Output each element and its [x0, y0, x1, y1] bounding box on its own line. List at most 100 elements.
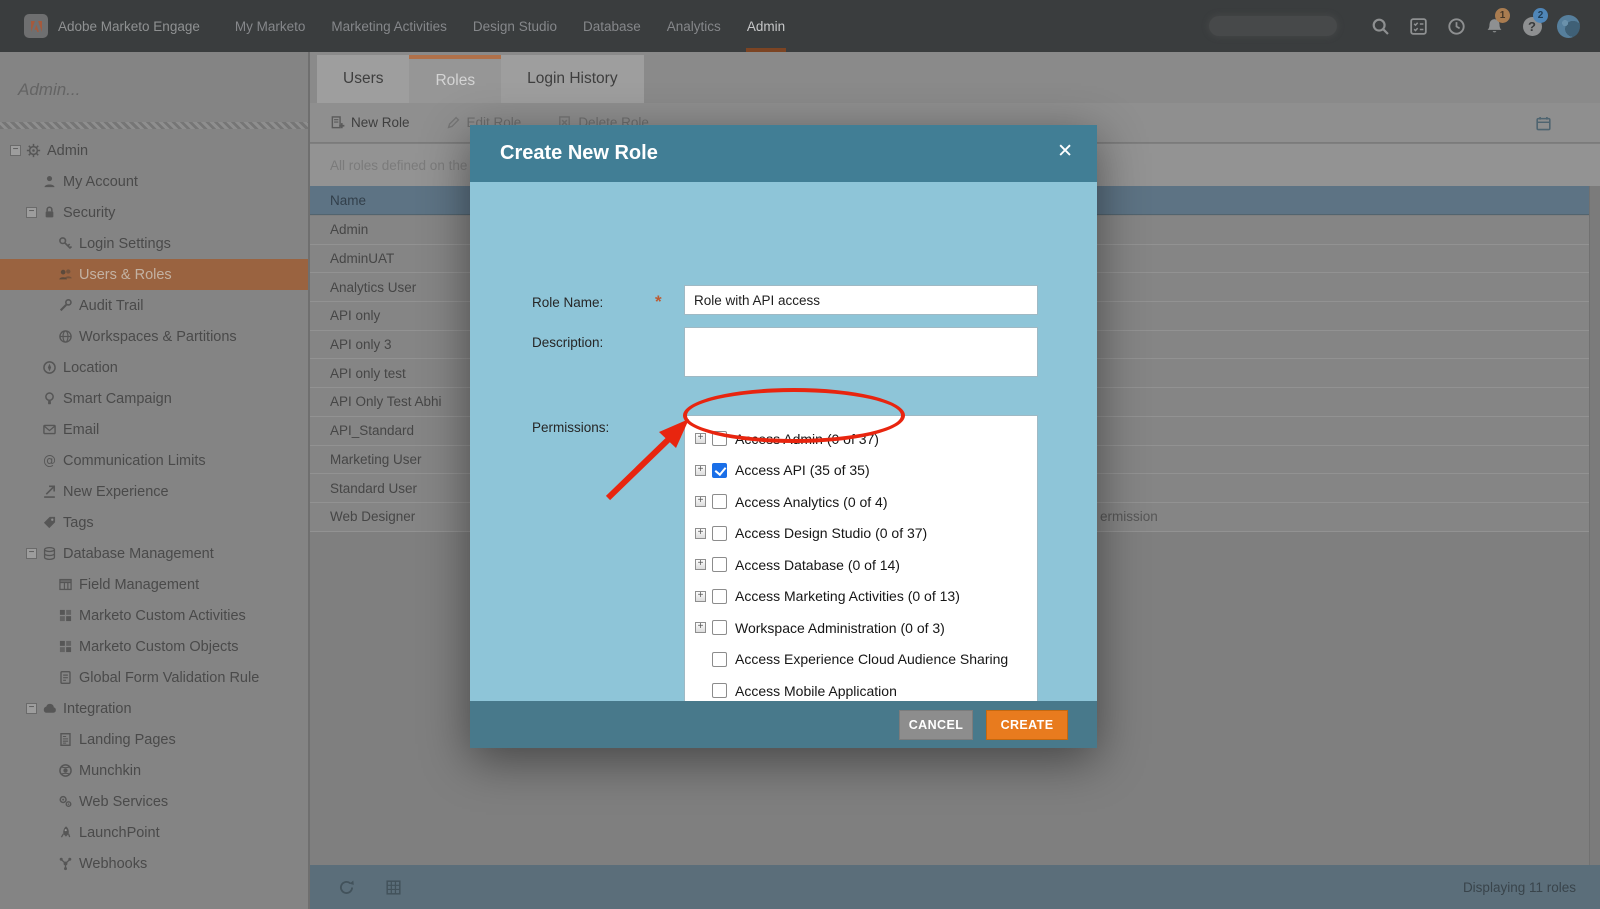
top-nav: Adobe Marketo Engage My MarketoMarketing…: [0, 0, 1600, 52]
sidebar-item[interactable]: Field Management: [0, 569, 308, 600]
tab[interactable]: Login History: [501, 55, 643, 103]
sidebar-item[interactable]: New Experience: [0, 476, 308, 507]
sidebar-item[interactable]: Web Services: [0, 786, 308, 817]
sidebar-item[interactable]: Security: [0, 197, 308, 228]
sidebar-item[interactable]: Munchkin: [0, 755, 308, 786]
sidebar-item[interactable]: Marketo Custom Objects: [0, 631, 308, 662]
collapse-icon[interactable]: [26, 548, 37, 559]
status-bar: Displaying 11 roles: [310, 865, 1600, 909]
admin-sidebar: Admin... Admin My Account Security: [0, 52, 310, 909]
cloud-icon: [42, 701, 57, 716]
sidebar-item[interactable]: Integration: [0, 693, 308, 724]
collapse-icon[interactable]: [26, 703, 37, 714]
search-icon[interactable]: [1361, 0, 1399, 52]
expand-icon[interactable]: [695, 559, 706, 570]
name-column-header[interactable]: Name: [330, 193, 366, 208]
notifications-bell-icon[interactable]: 1: [1475, 0, 1513, 52]
sidebar-item[interactable]: Email: [0, 414, 308, 445]
permission-checkbox[interactable]: [712, 526, 727, 541]
marketo-admin-screen: { "nav": { "brand": "Adobe Marketo Engag…: [0, 0, 1600, 909]
db-icon: [42, 546, 57, 561]
sidebar-item[interactable]: Database Management: [0, 538, 308, 569]
tag-icon: [42, 515, 57, 530]
sidebar-item-label: Users & Roles: [79, 267, 172, 283]
export-grid-icon[interactable]: [385, 879, 402, 896]
role-name-cell: Web Designer: [330, 509, 415, 524]
sidebar-item[interactable]: Webhooks: [0, 848, 308, 879]
user-avatar[interactable]: [1557, 15, 1580, 38]
sidebar-item-label: Workspaces & Partitions: [79, 329, 237, 345]
sidebar-item[interactable]: Admin: [0, 135, 308, 166]
nav-item[interactable]: Analytics: [654, 0, 734, 52]
toolbar-button[interactable]: New Role: [330, 115, 410, 130]
sidebar-item[interactable]: Marketo Custom Activities: [0, 600, 308, 631]
description-input[interactable]: [684, 327, 1038, 377]
permission-checkbox[interactable]: [712, 494, 727, 509]
permissions-list[interactable]: Access Admin (0 of 37) Access API (35 of…: [684, 415, 1038, 702]
nav-item[interactable]: My Marketo: [222, 0, 319, 52]
nav-menu: My MarketoMarketing ActivitiesDesign Stu…: [222, 0, 798, 52]
table-scrollbar[interactable]: [1589, 186, 1600, 865]
collapse-icon[interactable]: [26, 207, 37, 218]
lock-icon: [42, 205, 57, 220]
sidebar-item[interactable]: Users & Roles: [0, 259, 308, 290]
permission-row: Access Marketing Activities (0 of 13): [695, 581, 1037, 613]
orb-icon: [58, 763, 73, 778]
calendar-icon[interactable]: [1535, 115, 1552, 132]
expand-icon[interactable]: [695, 622, 706, 633]
permission-checkbox[interactable]: [712, 557, 727, 572]
status-text: Displaying 11 roles: [1463, 880, 1576, 895]
sidebar-item[interactable]: Tags: [0, 507, 308, 538]
permission-checkbox[interactable]: [712, 652, 727, 667]
sidebar-item-label: Smart Campaign: [63, 391, 172, 407]
sidebar-item[interactable]: Location: [0, 352, 308, 383]
nav-item[interactable]: Admin: [734, 0, 798, 52]
sidebar-item[interactable]: Smart Campaign: [0, 383, 308, 414]
permission-label: Access Experience Cloud Audience Sharing: [735, 651, 1008, 667]
permission-checkbox[interactable]: [712, 620, 727, 635]
help-badge: 2: [1533, 8, 1548, 23]
sidebar-item-label: Admin: [47, 143, 88, 159]
refresh-icon[interactable]: [338, 879, 355, 896]
sidebar-filter-text[interactable]: Admin...: [0, 52, 308, 122]
collapse-icon[interactable]: [10, 145, 21, 156]
sidebar-item-label: Field Management: [79, 577, 199, 593]
adobe-logo-icon[interactable]: [24, 14, 48, 38]
clock-icon[interactable]: [1437, 0, 1475, 52]
sidebar-item-label: Email: [63, 422, 99, 438]
sidebar-item[interactable]: Login Settings: [0, 228, 308, 259]
role-name-input[interactable]: [684, 285, 1038, 315]
sidebar-item-label: Tags: [63, 515, 94, 531]
expand-icon[interactable]: [695, 528, 706, 539]
cancel-button[interactable]: CANCEL: [899, 710, 973, 740]
help-icon[interactable]: ? 2: [1513, 0, 1551, 52]
redacted-text-pill: [1209, 16, 1337, 36]
hub-icon: [58, 856, 73, 871]
wrench-icon: [58, 298, 73, 313]
sidebar-item[interactable]: Global Form Validation Rule: [0, 662, 308, 693]
tab[interactable]: Users: [317, 55, 409, 103]
permission-checkbox[interactable]: [712, 589, 727, 604]
tab[interactable]: Roles: [409, 55, 501, 103]
checklist-icon[interactable]: [1399, 0, 1437, 52]
sidebar-item-label: My Account: [63, 174, 138, 190]
sidebar-item-label: Location: [63, 360, 118, 376]
brand-title: Adobe Marketo Engage: [58, 19, 200, 34]
nav-item[interactable]: Design Studio: [460, 0, 570, 52]
expand-icon[interactable]: [695, 591, 706, 602]
permission-label: Access Mobile Application: [735, 683, 897, 699]
sidebar-item[interactable]: LaunchPoint: [0, 817, 308, 848]
editpen-icon: [446, 115, 461, 130]
close-icon[interactable]: ✕: [1057, 142, 1073, 162]
nav-item[interactable]: Database: [570, 0, 654, 52]
sidebar-item[interactable]: Landing Pages: [0, 724, 308, 755]
sidebar-item[interactable]: Communication Limits: [0, 445, 308, 476]
permission-checkbox[interactable]: [712, 463, 727, 478]
permission-checkbox[interactable]: [712, 683, 727, 698]
create-button[interactable]: CREATE: [986, 710, 1068, 740]
nav-item[interactable]: Marketing Activities: [318, 0, 460, 52]
sidebar-item[interactable]: Audit Trail: [0, 290, 308, 321]
gears-icon: [58, 794, 73, 809]
sidebar-item[interactable]: My Account: [0, 166, 308, 197]
sidebar-item[interactable]: Workspaces & Partitions: [0, 321, 308, 352]
